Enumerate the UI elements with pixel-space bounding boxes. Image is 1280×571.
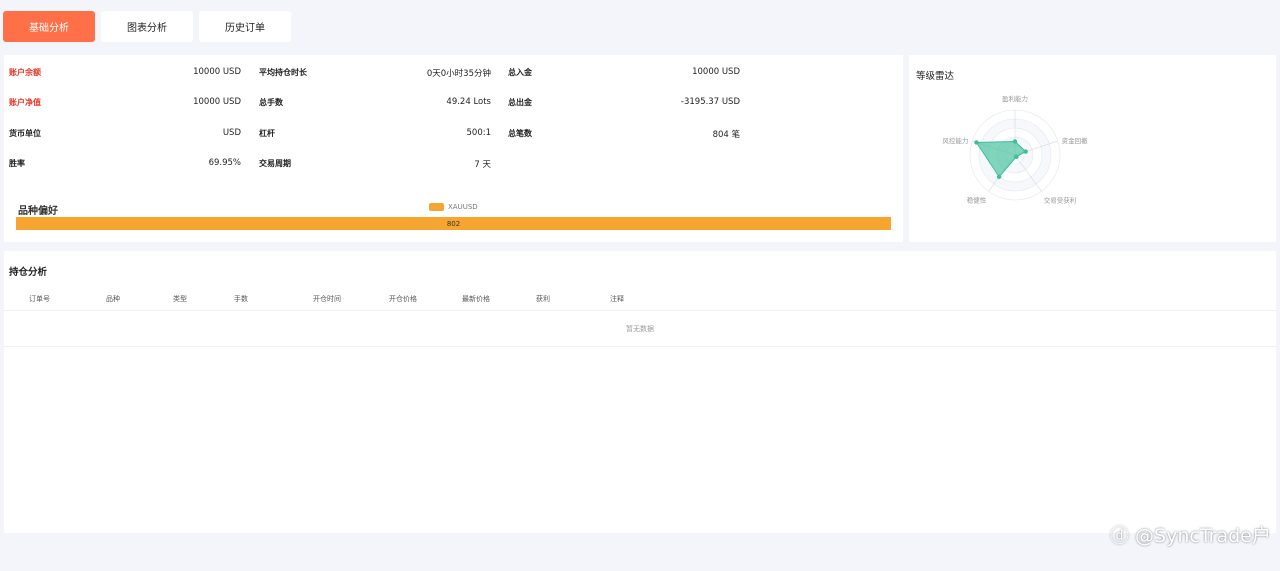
column-header-order-id: 订单号 [29,295,50,303]
stat-label: 杠杆 [259,129,275,138]
preference-title: 品种偏好 [18,206,58,217]
radar-axis-label: 资金回撤 [1062,136,1089,145]
radar-chart[interactable]: 盈利能力资金回撤交易受获利 稳健性 风控能力 [910,56,1130,216]
stats-card [4,55,903,242]
positions-title: 持仓分析 [9,267,48,278]
stat-label: 总入金 [508,68,532,77]
column-header-type: 类型 [173,295,187,303]
stat-label: 账户余额 [9,68,41,77]
stat-deposit: 总入金 10000 USD [508,67,740,81]
radar-point [1014,154,1019,160]
stat-label: 胜率 [9,159,25,168]
radar-axis-label: 交易受获利 [1044,196,1077,205]
column-header-open-price: 开仓价格 [389,295,417,303]
stat-currency: 货币单位 USD [9,128,241,142]
stat-value: 10000 USD [692,67,740,77]
radar-point [1012,139,1018,144]
stat-value: 49.24 Lots [446,97,491,107]
tab-history-orders[interactable]: 历史订单 [199,11,291,42]
stat-label: 货币单位 [9,129,41,138]
radar-point [996,174,1002,180]
radar-axis-label: 风控能力 [942,136,968,145]
stat-value: 0天0小时35分钟 [426,69,491,79]
stat-winrate: 胜率 69.95% [9,158,241,172]
column-header-latest-price: 最新价格 [462,295,490,303]
stat-withdraw: 总出金 -3195.37 USD [508,97,740,111]
stat-trades: 总笔数 804 笔 [508,128,740,142]
stat-balance: 账户余额 10000 USD [9,67,241,81]
stat-label: 总手数 [259,98,283,107]
stat-label: 交易周期 [259,159,291,168]
watermark: ⓓ @SyncTrade户 [1110,525,1271,547]
stat-label: 总出金 [508,98,532,107]
preference-legend[interactable]: XAUUSD [429,203,478,211]
legend-label: XAUUSD [448,203,478,211]
column-header-lots: 手数 [234,295,248,303]
column-header-profit: 获利 [536,295,550,303]
column-header-comment: 注释 [610,295,624,303]
stat-value: 69.95% [208,158,241,168]
stat-label: 平均持仓时长 [259,68,307,77]
stat-value: 500:1 [466,128,492,138]
stat-avg-hold: 平均持仓时长 0天0小时35分钟 [259,67,491,81]
legend-swatch [429,203,444,211]
stat-label: 账户净值 [9,98,41,107]
column-header-symbol: 品种 [106,295,120,303]
radar-point [974,140,979,145]
stat-total-lots: 总手数 49.24 Lots [259,97,491,111]
preference-bar[interactable]: 802 [16,217,891,230]
stat-value: -3195.37 USD [680,97,740,107]
stat-value: USD [222,128,241,138]
bar-value-label: 802 [446,219,461,228]
stat-period: 交易周期 7 天 [259,158,491,172]
positions-card [4,251,1276,533]
radar-axis-label: 盈利能力 [1002,94,1028,103]
tab-chart-analysis[interactable]: 图表分析 [101,11,193,42]
stat-leverage: 杠杆 500:1 [259,128,491,142]
radar-axis-label: 稳健性 [967,196,987,205]
empty-state: 暂无数据 [4,310,1276,347]
stat-value: 7 天 [474,160,491,170]
stat-value: 10000 USD [193,97,241,107]
stat-value: 804 笔 [712,130,740,140]
empty-text: 暂无数据 [626,324,654,333]
tab-basic-analysis[interactable]: 基础分析 [3,11,95,42]
radar-point [1023,149,1028,154]
column-header-open-time: 开仓时间 [313,295,341,303]
stat-equity: 账户净值 10000 USD [9,97,241,111]
stat-value: 10000 USD [193,67,241,77]
stat-label: 总笔数 [508,129,532,138]
